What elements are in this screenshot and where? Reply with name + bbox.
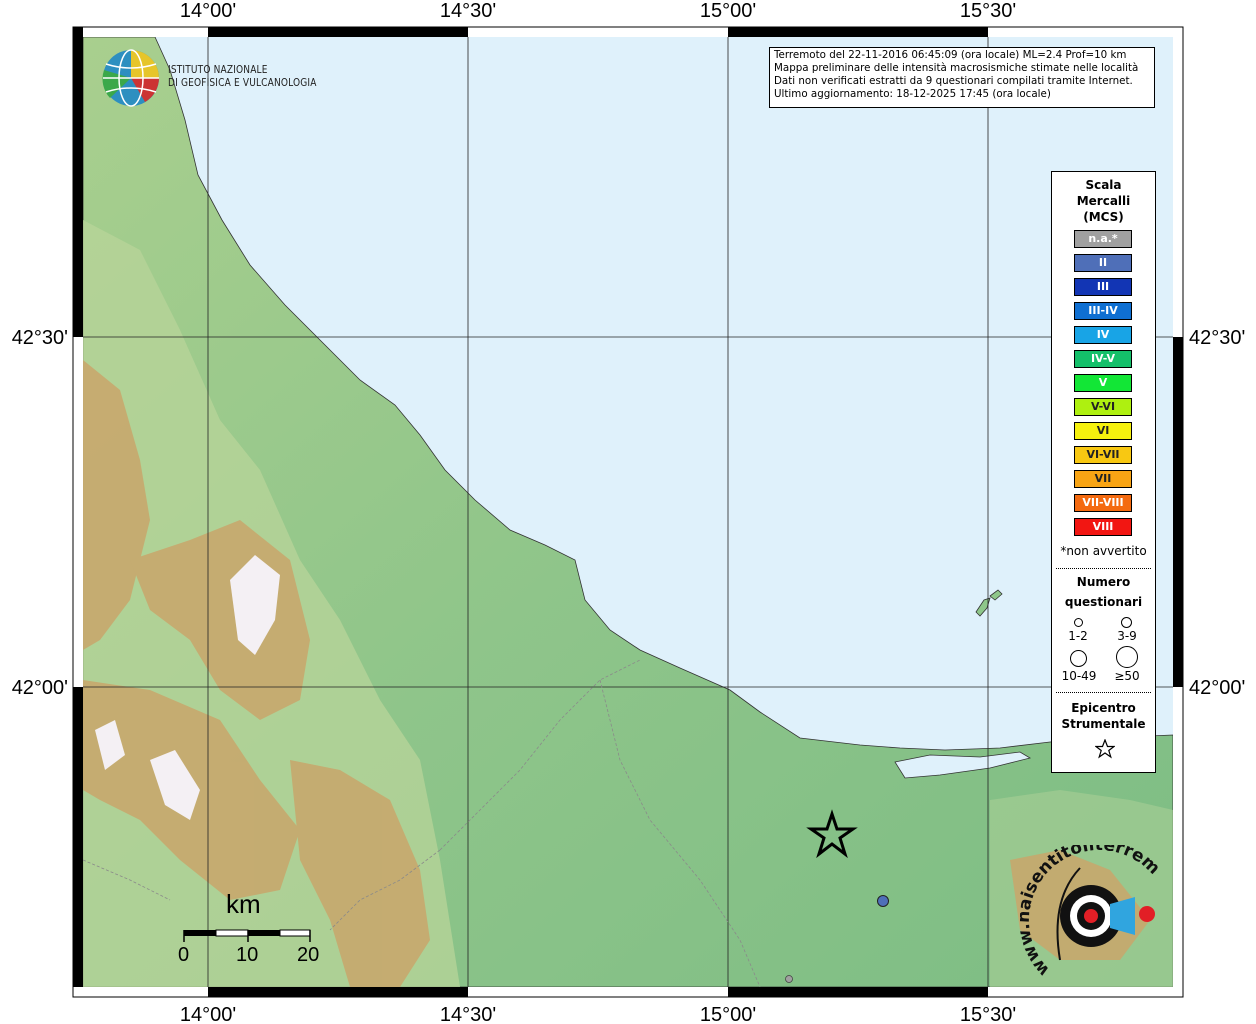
epicenter-title-2: Strumentale [1061,717,1146,731]
intensity-swatch: III [1074,278,1132,296]
count-title-1: Numero [1076,575,1131,589]
legend-title: Scala Mercalli (MCS) [1052,172,1155,225]
lon-label: 14°00' [180,0,236,22]
count-title-2: questionari [1064,595,1143,609]
haisentito-logo-text: www.haisentitoilterremoto.it [1020,845,1164,980]
info-line: Dati non verificati estratti da 9 questi… [774,75,1133,87]
lon-label: 15°00' [700,1004,756,1024]
size-symbol-xlarge [1116,646,1138,668]
earthquake-info-box: Terremoto del 22-11-2016 06:45:09 (ora l… [769,47,1155,108]
legend-separator [1056,568,1151,569]
size-label: 1-2 [1068,629,1088,643]
size-symbol-small [1074,618,1083,627]
intensity-swatch: II [1074,254,1132,272]
intensity-swatch: VII-VIII [1074,494,1132,512]
lat-label: 42°00' [12,677,68,699]
institute-line-2: DI GEOFISICA E VULCANOLOGIA [168,76,317,89]
lon-label: 15°30' [960,0,1016,22]
lon-label: 14°30' [440,1004,496,1024]
intensity-swatch: IV [1074,326,1132,344]
observation-point[interactable] [785,975,793,983]
lon-label: 15°30' [960,1004,1016,1024]
legend-separator [1056,692,1151,693]
institute-line-1: ISTITUTO NAZIONALE [168,63,268,76]
intensity-swatch: VI-VII [1074,446,1132,464]
size-label: ≥50 [1114,669,1140,683]
intensity-swatch: VII [1074,470,1132,488]
legend-panel: Scala Mercalli (MCS) n.a.* II III III-IV IV I… [1051,171,1156,773]
intensity-swatch: VIII [1074,518,1132,536]
size-label: 3-9 [1117,629,1137,643]
intensity-swatch: n.a.* [1074,230,1132,248]
observation-point[interactable] [877,895,889,907]
intensity-swatch: IV-V [1074,350,1132,368]
lon-label: 15°00' [700,0,756,22]
lat-label: 42°00' [1189,677,1245,699]
scale-unit: km [226,889,261,919]
lon-label: 14°00' [180,1004,236,1024]
scale-tick-label: 0 [178,944,190,966]
intensity-swatch: VI [1074,422,1132,440]
longitude-labels-bottom: 14°00' 14°30' 15°00' 15°30' [180,1004,1016,1024]
intensity-swatch: III-IV [1074,302,1132,320]
scale-tick-label: 20 [297,944,320,966]
legend-footnote: *non avvertito [1060,544,1147,558]
longitude-labels-top: 14°00' 14°30' 15°00' 15°30' [180,0,1016,22]
lat-label: 42°30' [1189,327,1245,349]
haisentito-logo: www.haisentitoilterremoto.it [1020,845,1164,980]
info-line: Ultimo aggiornamento: 18-12-2025 17:45 (… [774,88,1051,100]
epicenter-star-icon [1095,739,1115,759]
size-label: 10-49 [1061,669,1097,683]
info-line: Terremoto del 22-11-2016 06:45:09 (ora l… [774,49,1127,61]
epicenter-title-1: Epicentro [1071,701,1136,715]
lat-label: 42°30' [12,327,68,349]
scale-tick-label: 10 [236,944,259,966]
legend-title-text: Scala Mercalli (MCS) [1076,178,1131,224]
lon-label: 14°30' [440,0,496,22]
size-symbol-large [1070,650,1087,667]
institute-name: ISTITUTO NAZIONALE DI GEOFISICA E VULCAN… [168,63,317,89]
info-line: Mappa preliminare delle intensità macros… [774,62,1139,74]
intensity-swatch: V-VI [1074,398,1132,416]
size-symbol-medium [1121,617,1132,628]
intensity-swatch: V [1074,374,1132,392]
